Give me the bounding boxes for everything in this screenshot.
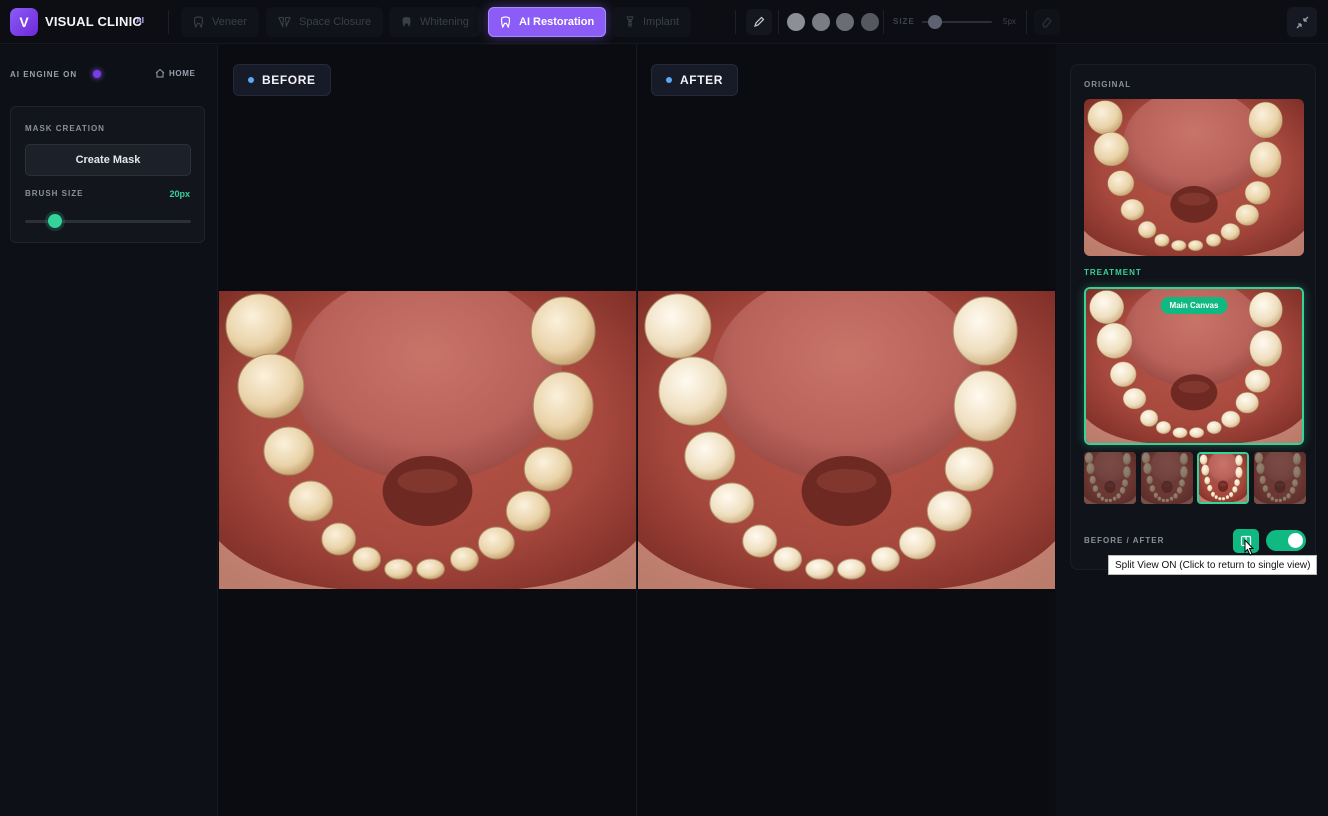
variant-thumbnail-2[interactable] xyxy=(1141,452,1193,504)
eraser-button[interactable] xyxy=(1034,9,1060,35)
tab-label: Whitening xyxy=(420,16,469,28)
split-view-tooltip: Split View ON (Click to return to single… xyxy=(1108,555,1318,575)
collapse-icon xyxy=(1296,16,1308,28)
before-after-label: BEFORE / AFTER xyxy=(1084,536,1165,545)
before-badge: BEFORE xyxy=(233,64,331,96)
after-dot xyxy=(666,77,672,83)
tooth-icon xyxy=(500,16,511,28)
brand-suffix: AI xyxy=(136,16,144,25)
teeth-icon xyxy=(278,16,291,28)
brand-name: VISUAL CLINIC xyxy=(45,14,142,29)
variant-thumbnail-4[interactable] xyxy=(1254,452,1306,504)
split-divider[interactable] xyxy=(636,45,637,816)
toolbar-divider xyxy=(735,10,736,34)
mask-creation-title: MASK CREATION xyxy=(25,124,105,133)
treatment-label: TREATMENT xyxy=(1084,268,1142,277)
variant-thumbnail-3[interactable] xyxy=(1197,452,1249,504)
before-label: BEFORE xyxy=(262,73,316,87)
mask-creation-panel: MASK CREATION Create Mask BRUSH SIZE 20p… xyxy=(10,106,205,243)
implant-icon xyxy=(626,16,634,28)
home-icon xyxy=(155,68,165,78)
before-dot xyxy=(248,77,254,83)
toolbar-divider xyxy=(883,10,884,34)
before-image[interactable] xyxy=(219,291,636,589)
brush-size-thumb[interactable] xyxy=(47,214,62,228)
comparison-canvas[interactable]: BEFORE AFTER xyxy=(219,45,1055,816)
tab-label: Implant xyxy=(643,16,680,28)
eraser-icon xyxy=(1042,17,1052,28)
tab-label: Veneer xyxy=(212,16,247,28)
tab-label: Space Closure xyxy=(299,16,372,28)
color-swatch[interactable] xyxy=(787,13,805,31)
tab-whitening[interactable]: Whitening xyxy=(389,7,481,37)
size-slider-thumb[interactable] xyxy=(927,15,942,29)
brush-size-value: 20px xyxy=(169,189,190,199)
toolbar-divider xyxy=(778,10,779,34)
home-label: HOME xyxy=(169,68,196,78)
color-swatch[interactable] xyxy=(836,13,854,31)
variant-thumbnail-1[interactable] xyxy=(1084,452,1136,504)
home-link[interactable]: HOME xyxy=(155,68,195,78)
color-swatch[interactable] xyxy=(811,13,830,31)
tooth-icon xyxy=(193,16,204,28)
tab-veneer[interactable]: Veneer xyxy=(181,7,259,37)
mouse-cursor-icon xyxy=(1244,539,1255,556)
ai-engine-indicator xyxy=(93,70,101,78)
tab-space-closure[interactable]: Space Closure xyxy=(266,7,384,37)
tooth-icon xyxy=(402,16,411,28)
after-image[interactable] xyxy=(638,291,1055,589)
tab-ai-restoration[interactable]: AI Restoration xyxy=(488,7,607,37)
brush-size-label: BRUSH SIZE xyxy=(25,189,84,198)
create-mask-button[interactable]: Create Mask xyxy=(25,144,191,176)
toolbar-divider xyxy=(168,10,169,34)
main-canvas-pill: Main Canvas xyxy=(1160,297,1228,314)
pencil-tool-button[interactable] xyxy=(746,9,772,35)
after-label: AFTER xyxy=(680,73,723,87)
collapse-button[interactable] xyxy=(1287,7,1317,37)
size-label: SIZE xyxy=(893,17,915,26)
ai-engine-status: AI ENGINE ON xyxy=(10,70,78,79)
tab-implant[interactable]: Implant xyxy=(613,7,692,37)
top-toolbar: V VISUAL CLINIC AI Veneer Space Closure … xyxy=(0,0,1328,44)
color-swatch[interactable] xyxy=(860,13,879,31)
after-badge: AFTER xyxy=(651,64,738,96)
tab-label: AI Restoration xyxy=(519,16,595,28)
app-root: V VISUAL CLINIC AI Veneer Space Closure … xyxy=(0,0,1328,816)
size-value: 5px xyxy=(1003,17,1016,26)
original-thumbnail[interactable] xyxy=(1084,99,1304,256)
toolbar-divider xyxy=(1026,10,1027,34)
right-panel: ORIGINAL TREATMENT Main Canvas BEFORE / … xyxy=(1056,45,1328,816)
original-label: ORIGINAL xyxy=(1084,80,1132,89)
left-sidebar: AI ENGINE ON HOME MASK CREATION Create M… xyxy=(0,45,218,816)
before-after-toggle[interactable] xyxy=(1266,530,1306,551)
treatment-thumbnail[interactable]: Main Canvas xyxy=(1084,287,1304,445)
pencil-icon xyxy=(754,16,765,27)
app-logo[interactable]: V xyxy=(10,8,38,36)
